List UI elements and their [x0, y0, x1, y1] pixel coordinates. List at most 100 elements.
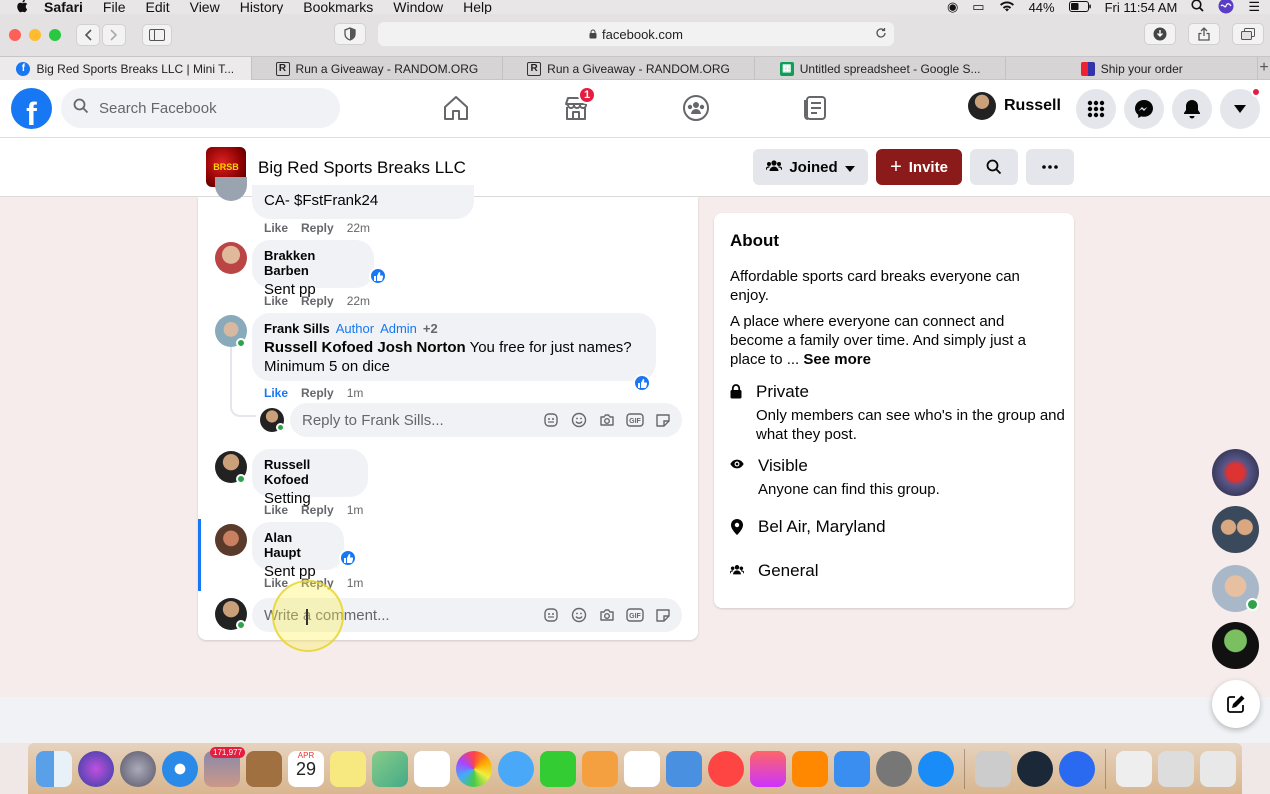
- back-button[interactable]: [76, 24, 100, 46]
- sidebar-toggle-button[interactable]: [142, 24, 172, 46]
- reply-link[interactable]: Reply: [301, 503, 334, 517]
- avatar-sticker-icon[interactable]: [542, 606, 560, 624]
- like-link[interactable]: Like: [264, 221, 288, 235]
- reply-link[interactable]: Reply: [301, 294, 334, 308]
- maps-app-icon[interactable]: [372, 750, 408, 787]
- group-title[interactable]: Big Red Sports Breaks LLC: [258, 158, 466, 178]
- comment-author[interactable]: Alan Haupt: [264, 530, 332, 560]
- quicktime-app-icon[interactable]: [1059, 750, 1095, 787]
- like-reaction-icon[interactable]: [339, 549, 357, 567]
- finder-icon[interactable]: [36, 750, 72, 787]
- new-tab-icon[interactable]: +: [1258, 57, 1270, 79]
- minimize-window-icon[interactable]: [29, 29, 41, 41]
- steam-app-icon[interactable]: [1017, 750, 1053, 787]
- comment-time[interactable]: 1m: [347, 576, 364, 590]
- reply-link[interactable]: Reply: [301, 221, 334, 235]
- url-bar[interactable]: facebook.com: [378, 22, 894, 46]
- trash-icon[interactable]: [1200, 750, 1236, 787]
- pages-app-icon[interactable]: [582, 750, 618, 787]
- author-badge[interactable]: Author: [336, 321, 374, 336]
- share-button[interactable]: [1188, 23, 1220, 45]
- tab-overview-button[interactable]: [1232, 23, 1264, 45]
- location-text[interactable]: Bel Air, Maryland: [758, 517, 886, 537]
- messenger-app-icon[interactable]: [918, 750, 954, 787]
- battery-icon[interactable]: [1068, 0, 1091, 15]
- screen-record-icon[interactable]: ◉: [947, 0, 958, 15]
- like-link[interactable]: Like: [264, 294, 288, 308]
- comment-author[interactable]: Brakken Barben: [264, 248, 362, 278]
- avatar-sticker-icon[interactable]: [542, 411, 560, 429]
- notifications-bell-icon[interactable]: [1172, 89, 1212, 129]
- group-search-button[interactable]: [970, 149, 1018, 185]
- menu-help[interactable]: Help: [463, 0, 492, 14]
- comment-time[interactable]: 1m: [347, 503, 364, 517]
- more-badges[interactable]: +2: [423, 321, 438, 336]
- facebook-logo-icon[interactable]: f: [11, 88, 52, 129]
- new-message-button[interactable]: [1212, 680, 1260, 728]
- comment-time[interactable]: 22m: [347, 294, 370, 308]
- reply-link[interactable]: Reply: [301, 386, 334, 400]
- menu-edit[interactable]: Edit: [145, 0, 169, 14]
- news-app-icon[interactable]: [708, 750, 744, 787]
- menu-bookmarks[interactable]: Bookmarks: [303, 0, 373, 14]
- downloads-button[interactable]: [1144, 23, 1176, 45]
- tab-random-org-1[interactable]: R Run a Giveaway - RANDOM.ORG: [252, 57, 504, 80]
- comment-time[interactable]: 1m: [347, 386, 364, 400]
- tab-random-org-2[interactable]: R Run a Giveaway - RANDOM.ORG: [503, 57, 755, 80]
- forward-button[interactable]: [102, 24, 126, 46]
- menu-file[interactable]: File: [103, 0, 126, 14]
- chat-contact-avatar[interactable]: [1212, 506, 1259, 553]
- sticker-icon[interactable]: [654, 606, 672, 624]
- tab-ship-order[interactable]: Ship your order: [1006, 57, 1259, 80]
- music-app-icon[interactable]: [750, 750, 786, 787]
- like-reaction-icon[interactable]: [369, 267, 387, 285]
- emoji-icon[interactable]: [570, 606, 588, 624]
- camera-icon[interactable]: [598, 411, 616, 429]
- gif-icon[interactable]: GIF: [626, 411, 644, 429]
- see-more-link[interactable]: See more: [803, 351, 871, 368]
- avatar[interactable]: [215, 524, 247, 556]
- spotlight-icon[interactable]: [1191, 0, 1204, 15]
- control-center-icon[interactable]: ☰: [1248, 0, 1260, 15]
- admin-badge[interactable]: Admin: [380, 321, 417, 336]
- comment-mentions[interactable]: Russell Kofoed Josh Norton: [264, 339, 466, 356]
- chat-contact-avatar[interactable]: [1212, 622, 1259, 669]
- tab-facebook-group[interactable]: f Big Red Sports Breaks LLC | Mini T...: [0, 57, 252, 80]
- emoji-icon[interactable]: [570, 411, 588, 429]
- facetime-app-icon[interactable]: [540, 750, 576, 787]
- system-preferences-icon[interactable]: [876, 750, 912, 787]
- tab-google-sheets[interactable]: ▦ Untitled spreadsheet - Google S...: [755, 57, 1007, 80]
- more-options-button[interactable]: [1026, 149, 1074, 185]
- gif-icon[interactable]: GIF: [626, 606, 644, 624]
- contacts-app-icon[interactable]: [246, 750, 282, 787]
- notes-app-icon[interactable]: [330, 750, 366, 787]
- comment-time[interactable]: 22m: [347, 221, 370, 235]
- avatar[interactable]: [215, 242, 247, 274]
- home-icon[interactable]: [436, 90, 476, 126]
- wifi-icon[interactable]: [999, 0, 1015, 15]
- invite-button[interactable]: + Invite: [876, 149, 962, 185]
- profile-button[interactable]: Russell: [968, 92, 1061, 120]
- joined-button[interactable]: Joined: [753, 149, 868, 185]
- siri-app-icon[interactable]: [78, 750, 114, 787]
- comment-author[interactable]: Russell Kofoed: [264, 457, 356, 487]
- facebook-search-input[interactable]: Search Facebook: [61, 88, 340, 128]
- reload-icon[interactable]: [875, 27, 887, 42]
- downloads-folder-icon[interactable]: [1158, 750, 1194, 787]
- news-feed-icon[interactable]: [795, 90, 835, 126]
- menu-app-name[interactable]: Safari: [44, 0, 83, 14]
- marketplace-icon[interactable]: 1: [556, 86, 596, 126]
- photos-app-icon[interactable]: [456, 750, 492, 787]
- camera-icon[interactable]: [598, 606, 616, 624]
- airplay-icon[interactable]: ▭: [972, 0, 984, 15]
- privacy-shield-button[interactable]: [334, 23, 366, 45]
- mail-app-icon[interactable]: 171,977: [204, 746, 245, 787]
- groups-icon[interactable]: [676, 90, 716, 126]
- sticker-icon[interactable]: [654, 411, 672, 429]
- comment-author[interactable]: Frank Sills: [264, 321, 330, 336]
- menu-grid-icon[interactable]: [1076, 89, 1116, 129]
- books-app-icon[interactable]: [792, 750, 828, 787]
- messages-app-icon[interactable]: [498, 750, 534, 787]
- messenger-icon[interactable]: [1124, 89, 1164, 129]
- menu-window[interactable]: Window: [393, 0, 443, 14]
